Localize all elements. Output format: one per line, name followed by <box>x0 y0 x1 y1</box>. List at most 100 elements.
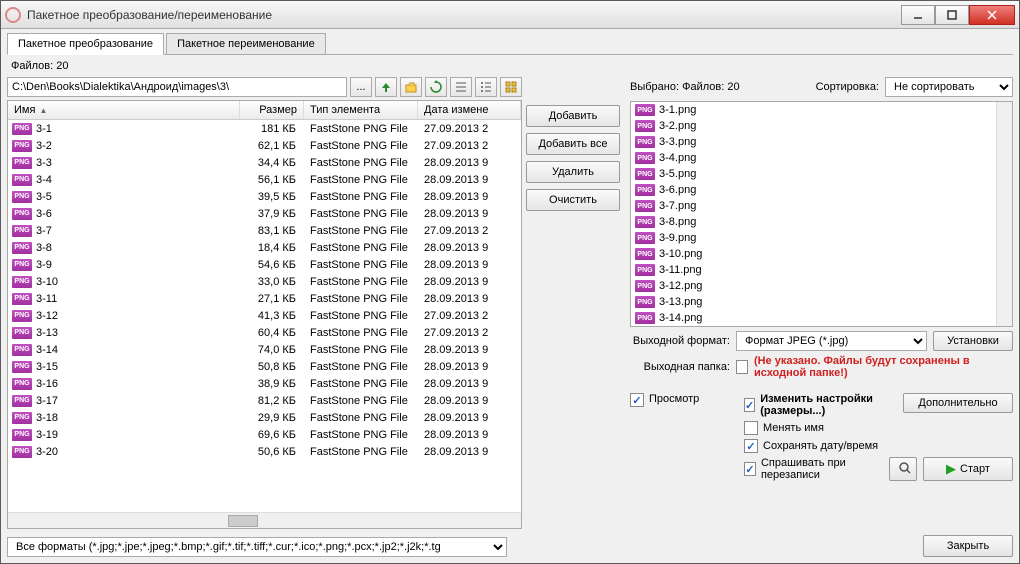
table-row[interactable]: PNG3-818,4 КБFastStone PNG File28.09.201… <box>8 239 521 256</box>
table-row[interactable]: PNG3-637,9 КБFastStone PNG File28.09.201… <box>8 205 521 222</box>
list-item[interactable]: PNG3-6.png <box>631 182 1012 198</box>
table-row[interactable]: PNG3-456,1 КБFastStone PNG File28.09.201… <box>8 171 521 188</box>
list-item[interactable]: PNG3-13.png <box>631 294 1012 310</box>
png-file-icon: PNG <box>635 264 655 276</box>
titlebar: Пакетное преобразование/переименование <box>1 1 1019 29</box>
png-file-icon: PNG <box>12 174 32 186</box>
png-file-icon: PNG <box>635 232 655 244</box>
view-thumbs-icon[interactable] <box>500 77 522 97</box>
png-file-icon: PNG <box>12 140 32 152</box>
png-file-icon: PNG <box>635 200 655 212</box>
png-file-icon: PNG <box>12 123 32 135</box>
ask-overwrite-checkbox[interactable] <box>744 462 756 476</box>
path-input[interactable] <box>7 77 347 97</box>
tab-rename[interactable]: Пакетное переименование <box>166 33 326 54</box>
up-folder-icon[interactable] <box>375 77 397 97</box>
list-item[interactable]: PNG3-2.png <box>631 118 1012 134</box>
minimize-button[interactable] <box>901 5 935 25</box>
table-row[interactable]: PNG3-954,6 КБFastStone PNG File28.09.201… <box>8 256 521 273</box>
png-file-icon: PNG <box>12 395 32 407</box>
remove-button[interactable]: Удалить <box>526 161 620 183</box>
app-icon <box>5 7 21 23</box>
format-filter-select[interactable]: Все форматы (*.jpg;*.jpe;*.jpeg;*.bmp;*.… <box>7 537 507 557</box>
close-button[interactable] <box>969 5 1015 25</box>
png-file-icon: PNG <box>12 276 32 288</box>
col-header-name[interactable]: Имя <box>14 104 35 116</box>
tab-bar: Пакетное преобразование Пакетное переиме… <box>7 33 1013 55</box>
settings-button[interactable]: Установки <box>933 331 1013 351</box>
clear-button[interactable]: Очистить <box>526 189 620 211</box>
png-file-icon: PNG <box>635 312 655 324</box>
table-row[interactable]: PNG3-1969,6 КБFastStone PNG File28.09.20… <box>8 426 521 443</box>
list-item[interactable]: PNG3-1.png <box>631 102 1012 118</box>
add-all-button[interactable]: Добавить все <box>526 133 620 155</box>
horizontal-scrollbar[interactable] <box>8 512 521 528</box>
list-item[interactable]: PNG3-12.png <box>631 278 1012 294</box>
png-file-icon: PNG <box>12 327 32 339</box>
view-details-icon[interactable] <box>475 77 497 97</box>
table-row[interactable]: PNG3-1360,4 КБFastStone PNG File27.09.20… <box>8 324 521 341</box>
file-count-label: Файлов: 20 <box>7 58 1013 74</box>
close-window-button[interactable]: Закрыть <box>923 535 1013 557</box>
table-row[interactable]: PNG3-783,1 КБFastStone PNG File27.09.201… <box>8 222 521 239</box>
sort-select[interactable]: Не сортировать <box>885 77 1013 97</box>
list-header[interactable]: Имя ▲ Размер Тип элемента Дата измене <box>8 101 521 120</box>
list-item[interactable]: PNG3-5.png <box>631 166 1012 182</box>
add-button[interactable]: Добавить <box>526 105 620 127</box>
refresh-icon[interactable] <box>425 77 447 97</box>
list-item[interactable]: PNG3-14.png <box>631 310 1012 326</box>
list-item[interactable]: PNG3-11.png <box>631 262 1012 278</box>
table-row[interactable]: PNG3-2050,6 КБFastStone PNG File28.09.20… <box>8 443 521 460</box>
start-button[interactable]: ▶Старт <box>923 457 1013 481</box>
preview-label: Просмотр <box>649 393 699 405</box>
col-header-size[interactable]: Размер <box>240 101 304 119</box>
keep-date-label: Сохранять дату/время <box>763 440 878 452</box>
resize-label: Изменить настройки (размеры...) <box>760 393 883 417</box>
png-file-icon: PNG <box>635 152 655 164</box>
col-header-type[interactable]: Тип элемента <box>304 101 418 119</box>
play-icon: ▶ <box>946 461 956 477</box>
table-row[interactable]: PNG3-1033,0 КБFastStone PNG File28.09.20… <box>8 273 521 290</box>
table-row[interactable]: PNG3-1638,9 КБFastStone PNG File28.09.20… <box>8 375 521 392</box>
table-row[interactable]: PNG3-1550,8 КБFastStone PNG File28.09.20… <box>8 358 521 375</box>
png-file-icon: PNG <box>12 208 32 220</box>
vertical-scrollbar[interactable] <box>996 102 1012 326</box>
resize-checkbox[interactable] <box>744 398 755 412</box>
png-file-icon: PNG <box>12 429 32 441</box>
browse-button[interactable]: ... <box>350 77 372 97</box>
list-item[interactable]: PNG3-3.png <box>631 134 1012 150</box>
table-row[interactable]: PNG3-1241,3 КБFastStone PNG File27.09.20… <box>8 307 521 324</box>
sort-label: Сортировка: <box>816 81 879 93</box>
table-row[interactable]: PNG3-1781,2 КБFastStone PNG File28.09.20… <box>8 392 521 409</box>
output-format-select[interactable]: Формат JPEG (*.jpg) <box>736 331 927 351</box>
new-folder-icon[interactable] <box>400 77 422 97</box>
selected-file-list[interactable]: PNG3-1.pngPNG3-2.pngPNG3-3.pngPNG3-4.png… <box>630 101 1013 327</box>
table-row[interactable]: PNG3-1829,9 КБFastStone PNG File28.09.20… <box>8 409 521 426</box>
rename-checkbox[interactable] <box>744 421 758 435</box>
table-row[interactable]: PNG3-539,5 КБFastStone PNG File28.09.201… <box>8 188 521 205</box>
list-item[interactable]: PNG3-4.png <box>631 150 1012 166</box>
table-row[interactable]: PNG3-262,1 КБFastStone PNG File27.09.201… <box>8 137 521 154</box>
view-list-icon[interactable] <box>450 77 472 97</box>
table-row[interactable]: PNG3-1127,1 КБFastStone PNG File28.09.20… <box>8 290 521 307</box>
tab-convert[interactable]: Пакетное преобразование <box>7 33 164 55</box>
advanced-button[interactable]: Дополнительно <box>903 393 1013 413</box>
list-item[interactable]: PNG3-10.png <box>631 246 1012 262</box>
output-folder-checkbox[interactable] <box>736 360 748 374</box>
preview-zoom-button[interactable] <box>889 457 917 481</box>
list-item[interactable]: PNG3-8.png <box>631 214 1012 230</box>
png-file-icon: PNG <box>12 157 32 169</box>
table-row[interactable]: PNG3-334,4 КБFastStone PNG File28.09.201… <box>8 154 521 171</box>
source-file-list[interactable]: Имя ▲ Размер Тип элемента Дата измене PN… <box>7 100 522 529</box>
maximize-button[interactable] <box>935 5 969 25</box>
col-header-date[interactable]: Дата измене <box>418 101 521 119</box>
keep-date-checkbox[interactable] <box>744 439 758 453</box>
preview-checkbox[interactable] <box>630 393 644 407</box>
table-row[interactable]: PNG3-1474,0 КБFastStone PNG File28.09.20… <box>8 341 521 358</box>
table-row[interactable]: PNG3-1181 КБFastStone PNG File27.09.2013… <box>8 120 521 137</box>
list-item[interactable]: PNG3-9.png <box>631 230 1012 246</box>
window-title: Пакетное преобразование/переименование <box>27 8 901 22</box>
sort-asc-icon: ▲ <box>39 106 47 115</box>
png-file-icon: PNG <box>12 310 32 322</box>
list-item[interactable]: PNG3-7.png <box>631 198 1012 214</box>
